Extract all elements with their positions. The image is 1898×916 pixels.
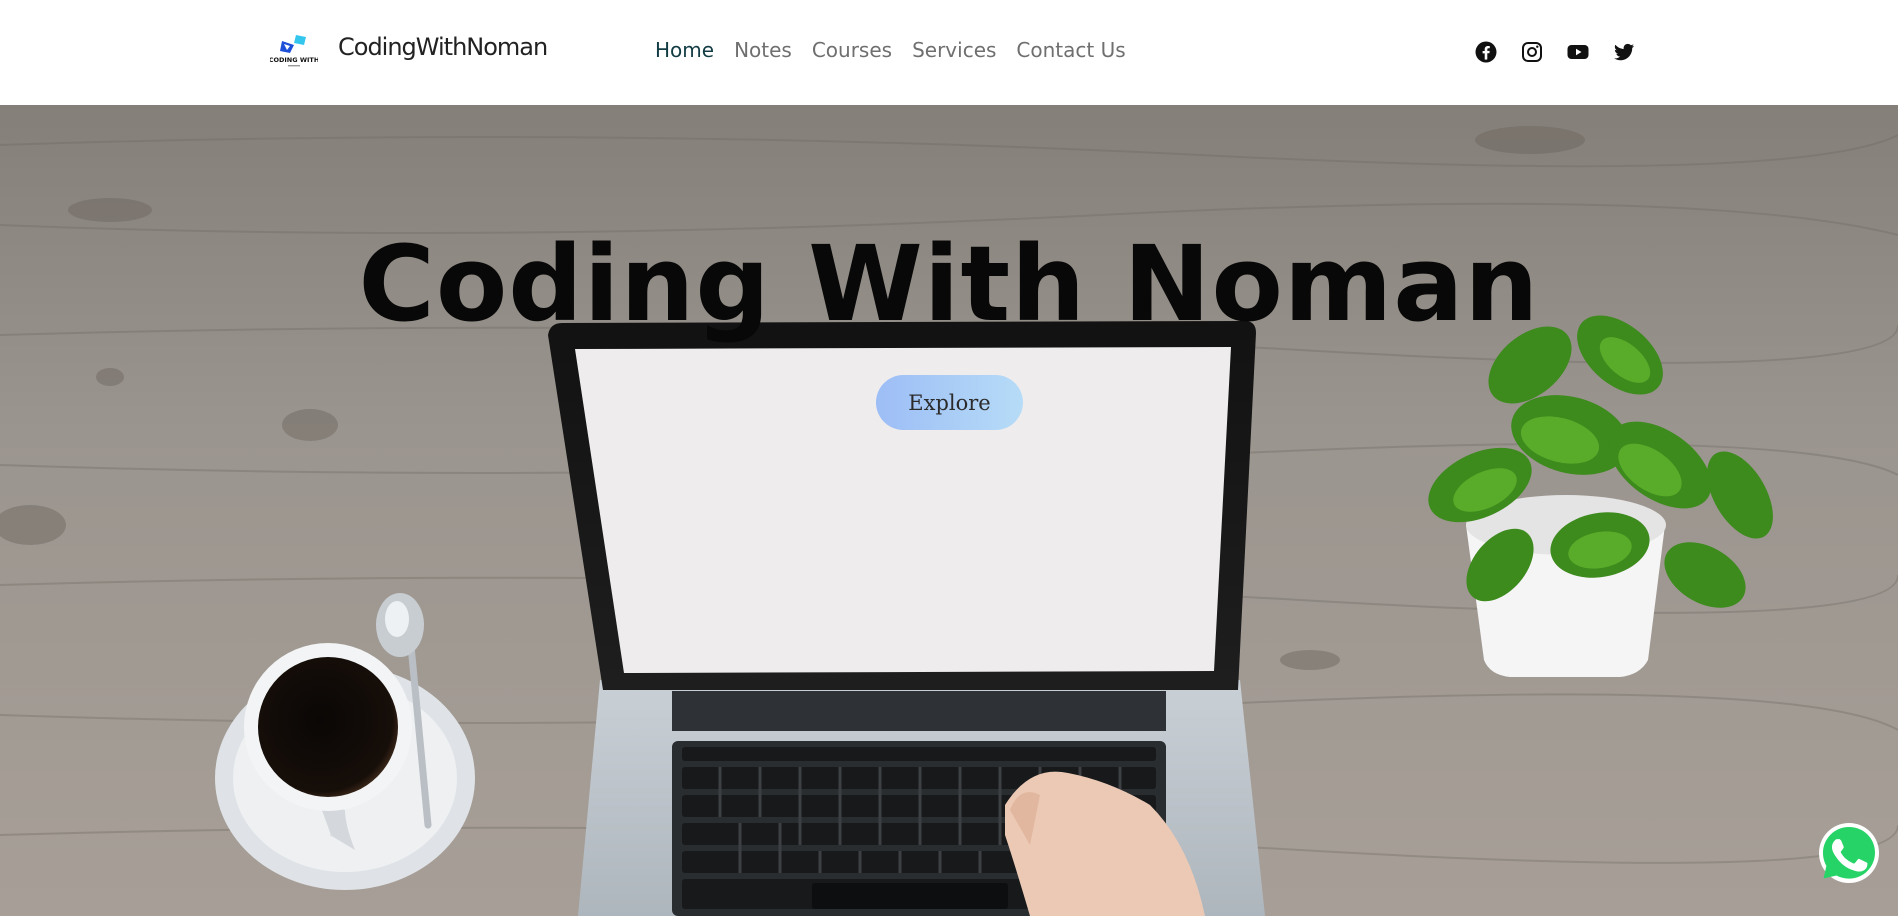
logo-icon: CODING WITH xyxy=(269,35,319,67)
nav-services[interactable]: Services xyxy=(912,38,996,62)
twitter-icon[interactable] xyxy=(1612,40,1636,64)
nav-notes[interactable]: Notes xyxy=(734,38,792,62)
hero-section: Coding With Noman Explore xyxy=(0,105,1898,916)
explore-button[interactable]: Explore xyxy=(876,375,1023,430)
whatsapp-button[interactable] xyxy=(1818,822,1880,884)
facebook-icon[interactable] xyxy=(1474,40,1498,64)
svg-text:CODING WITH: CODING WITH xyxy=(270,56,318,64)
nav-courses[interactable]: Courses xyxy=(812,38,892,62)
social-links xyxy=(1474,40,1636,64)
site-header: CODING WITH CodingWithNoman Home Notes C… xyxy=(0,0,1898,105)
logo[interactable]: CODING WITH xyxy=(269,31,319,69)
nav-home[interactable]: Home xyxy=(655,38,714,62)
instagram-icon[interactable] xyxy=(1520,40,1544,64)
hero-title: Coding With Noman xyxy=(358,223,1540,345)
brand-name[interactable]: CodingWithNoman xyxy=(338,33,548,61)
whatsapp-icon xyxy=(1819,823,1879,883)
youtube-icon[interactable] xyxy=(1566,40,1590,64)
main-nav: Home Notes Courses Services Contact Us xyxy=(655,38,1126,62)
nav-contact-us[interactable]: Contact Us xyxy=(1016,38,1125,62)
